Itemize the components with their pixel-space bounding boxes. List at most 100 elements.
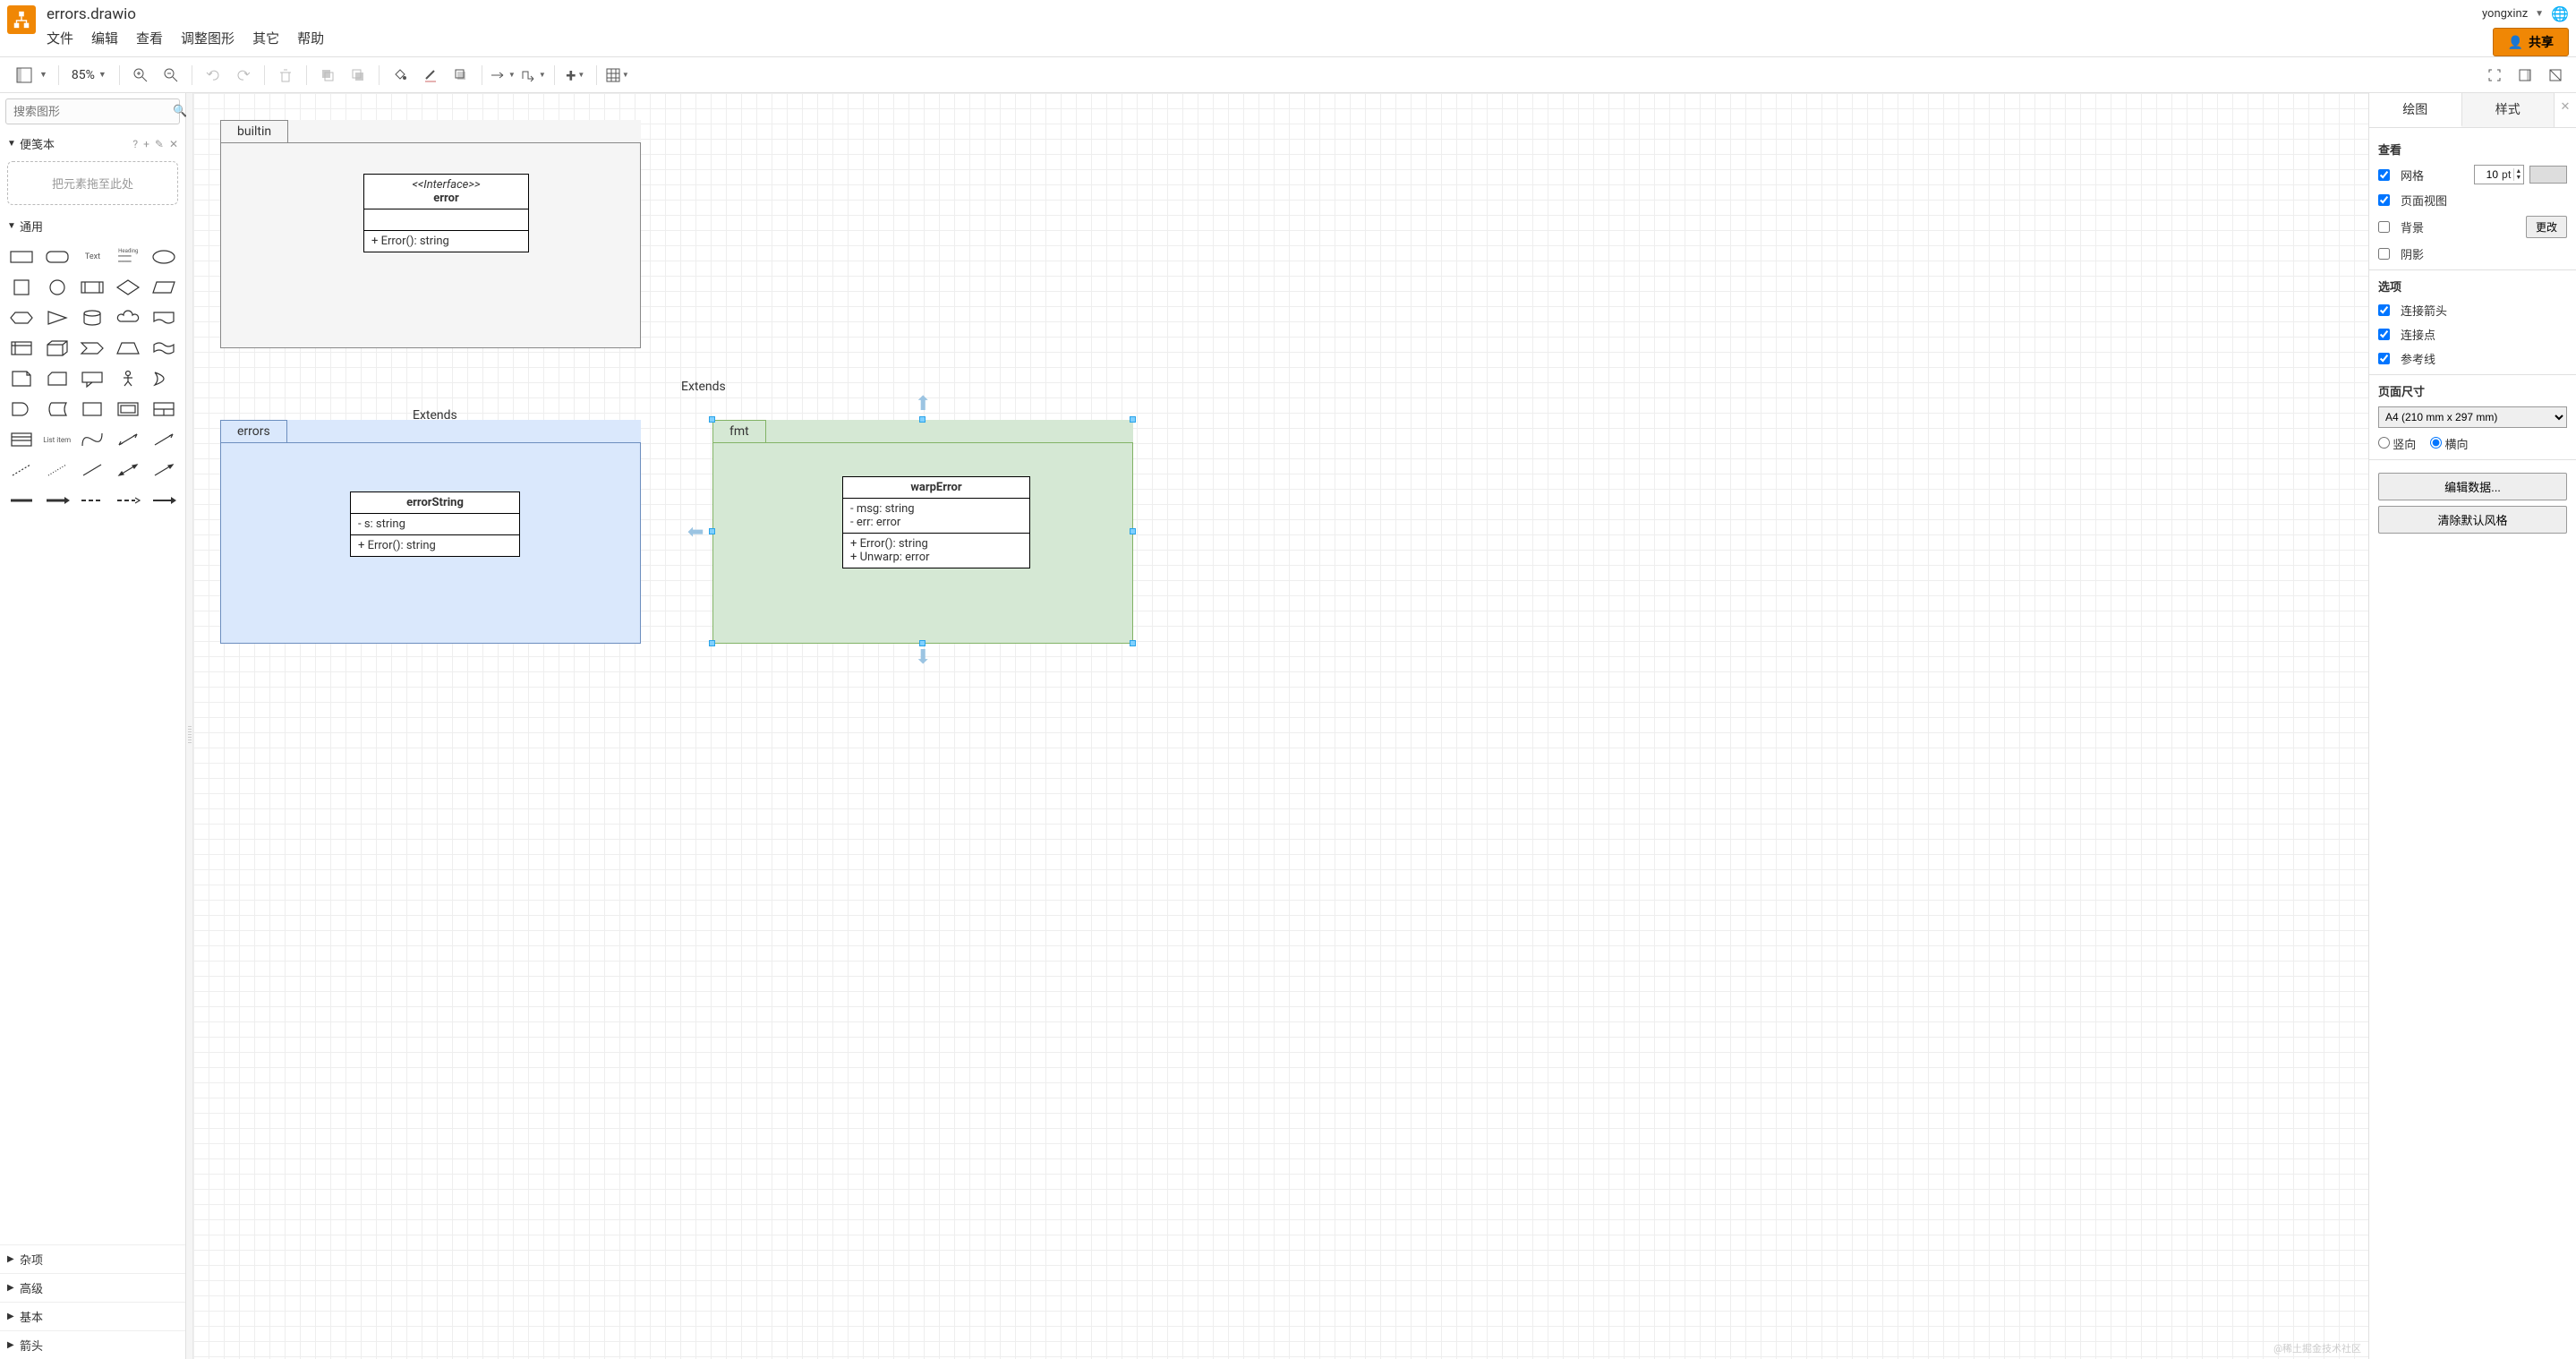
chevron-down-icon[interactable]: ▼: [98, 70, 107, 80]
shape-and[interactable]: [5, 396, 38, 423]
shape-link4[interactable]: [112, 487, 144, 514]
shape-actor[interactable]: [112, 365, 144, 392]
chevron-down-icon[interactable]: ▼: [39, 70, 47, 80]
menu-edit[interactable]: 编辑: [91, 29, 118, 47]
share-button[interactable]: 👤 共享: [2493, 28, 2569, 56]
shape-hcontainer[interactable]: [148, 396, 180, 423]
format-panel-icon[interactable]: [2512, 62, 2538, 89]
shape-triangle[interactable]: [41, 304, 73, 331]
nav-arrow-left[interactable]: ⬅: [687, 521, 704, 543]
shape-link3[interactable]: [77, 487, 109, 514]
connection-icon[interactable]: ▼: [490, 62, 516, 89]
shape-internal-storage[interactable]: [5, 335, 38, 362]
shape-dotted[interactable]: [41, 457, 73, 483]
shape-text[interactable]: Text: [77, 244, 109, 270]
waypoints-icon[interactable]: ▼: [520, 62, 547, 89]
scratchpad-dropzone[interactable]: 把元素拖至此处: [7, 161, 178, 205]
class-warpError[interactable]: warpError - msg: string - err: error + E…: [842, 476, 1030, 568]
insert-icon[interactable]: +▼: [562, 62, 589, 89]
chevron-down-icon[interactable]: ▼: [2535, 9, 2544, 19]
shape-step[interactable]: [77, 335, 109, 362]
guides-checkbox[interactable]: [2378, 353, 2390, 364]
shape-cylinder[interactable]: [77, 304, 109, 331]
menu-help[interactable]: 帮助: [297, 29, 324, 47]
edge-label-extends-1[interactable]: Extends: [413, 408, 457, 423]
menu-extras[interactable]: 其它: [252, 29, 279, 47]
section-general[interactable]: ▼ 通用: [0, 212, 185, 240]
shape-tape[interactable]: [148, 335, 180, 362]
undo-icon[interactable]: [200, 62, 226, 89]
pageview-checkbox[interactable]: [2378, 194, 2390, 206]
scratchpad-header[interactable]: ▼ 便笺本 ? + ✎ ✕: [0, 130, 185, 158]
shape-diamond[interactable]: [112, 274, 144, 301]
shape-list-item[interactable]: List item: [41, 426, 73, 453]
close-icon[interactable]: ✕: [2555, 93, 2576, 127]
menu-file[interactable]: 文件: [47, 29, 73, 47]
shape-ellipse[interactable]: [148, 244, 180, 270]
tab-style[interactable]: 样式: [2462, 93, 2555, 127]
shape-circle[interactable]: [41, 274, 73, 301]
nav-arrow-down[interactable]: ⬇: [915, 646, 931, 669]
shape-arrow[interactable]: [148, 426, 180, 453]
fill-color-icon[interactable]: [387, 62, 414, 89]
zoom-out-icon[interactable]: [158, 62, 184, 89]
grid-size-input[interactable]: pt ▲▼: [2474, 165, 2524, 184]
help-icon[interactable]: ?: [132, 138, 138, 150]
shadow-checkbox[interactable]: [2378, 248, 2390, 260]
section-advanced[interactable]: ▶高级: [0, 1273, 185, 1302]
edge-label-extends-2[interactable]: Extends: [681, 380, 726, 394]
shape-note[interactable]: [5, 365, 38, 392]
plus-icon[interactable]: +: [143, 138, 149, 150]
shape-arrow2[interactable]: [148, 457, 180, 483]
shape-curve[interactable]: [77, 426, 109, 453]
shape-data-storage[interactable]: [41, 396, 73, 423]
class-error[interactable]: <<Interface>>error + Error(): string: [363, 174, 529, 252]
portrait-radio[interactable]: 竖向: [2378, 435, 2416, 452]
shape-biarrow2[interactable]: [112, 457, 144, 483]
shape-cloud[interactable]: [112, 304, 144, 331]
section-arrows[interactable]: ▶箭头: [0, 1330, 185, 1359]
shape-container[interactable]: [77, 396, 109, 423]
globe-icon[interactable]: 🌐: [2551, 5, 2569, 22]
view-mode-icon[interactable]: [11, 62, 38, 89]
class-errorString[interactable]: errorString - s: string + Error(): strin…: [350, 491, 520, 557]
filename[interactable]: errors.drawio: [47, 5, 2482, 23]
search-input[interactable]: [12, 101, 173, 122]
shape-callout[interactable]: [77, 365, 109, 392]
to-back-icon[interactable]: [345, 62, 371, 89]
shape-link5[interactable]: [148, 487, 180, 514]
nav-arrow-up[interactable]: ⬆: [915, 393, 931, 415]
shape-trapezoid[interactable]: [112, 335, 144, 362]
grid-checkbox[interactable]: [2378, 169, 2390, 181]
zoom-value[interactable]: 85%: [72, 68, 95, 82]
canvas[interactable]: builtin errors fmt ⬆ ⬇ ⬅: [193, 93, 2368, 1359]
zoom-in-icon[interactable]: [127, 62, 154, 89]
shape-heading[interactable]: Heading━━━━━━━━: [112, 244, 144, 270]
shape-line[interactable]: [77, 457, 109, 483]
menu-shape[interactable]: 调整图形: [181, 29, 235, 47]
splitter-left[interactable]: [186, 93, 193, 1359]
pagesize-select[interactable]: A4 (210 mm x 297 mm): [2378, 406, 2567, 428]
shape-square[interactable]: [5, 274, 38, 301]
close-icon[interactable]: ✕: [169, 138, 178, 150]
landscape-radio[interactable]: 横向: [2430, 435, 2468, 452]
conn-arrows-checkbox[interactable]: [2378, 304, 2390, 316]
bg-checkbox[interactable]: [2378, 221, 2390, 233]
shape-cube[interactable]: [41, 335, 73, 362]
shape-dashed[interactable]: [5, 457, 38, 483]
clear-style-button[interactable]: 清除默认风格: [2378, 506, 2567, 534]
shape-rect[interactable]: [5, 244, 38, 270]
grid-color-swatch[interactable]: [2529, 166, 2567, 184]
fullscreen-icon[interactable]: [2481, 62, 2508, 89]
pencil-icon[interactable]: ✎: [155, 138, 164, 150]
shape-link[interactable]: [5, 487, 38, 514]
bg-change-button[interactable]: 更改: [2526, 216, 2567, 238]
delete-icon[interactable]: [272, 62, 299, 89]
outline-icon[interactable]: [2542, 62, 2569, 89]
menu-view[interactable]: 查看: [136, 29, 163, 47]
shadow-icon[interactable]: [448, 62, 474, 89]
line-color-icon[interactable]: [417, 62, 444, 89]
shape-list[interactable]: [5, 426, 38, 453]
shape-biarrow[interactable]: [112, 426, 144, 453]
search-icon[interactable]: 🔍: [173, 105, 187, 118]
